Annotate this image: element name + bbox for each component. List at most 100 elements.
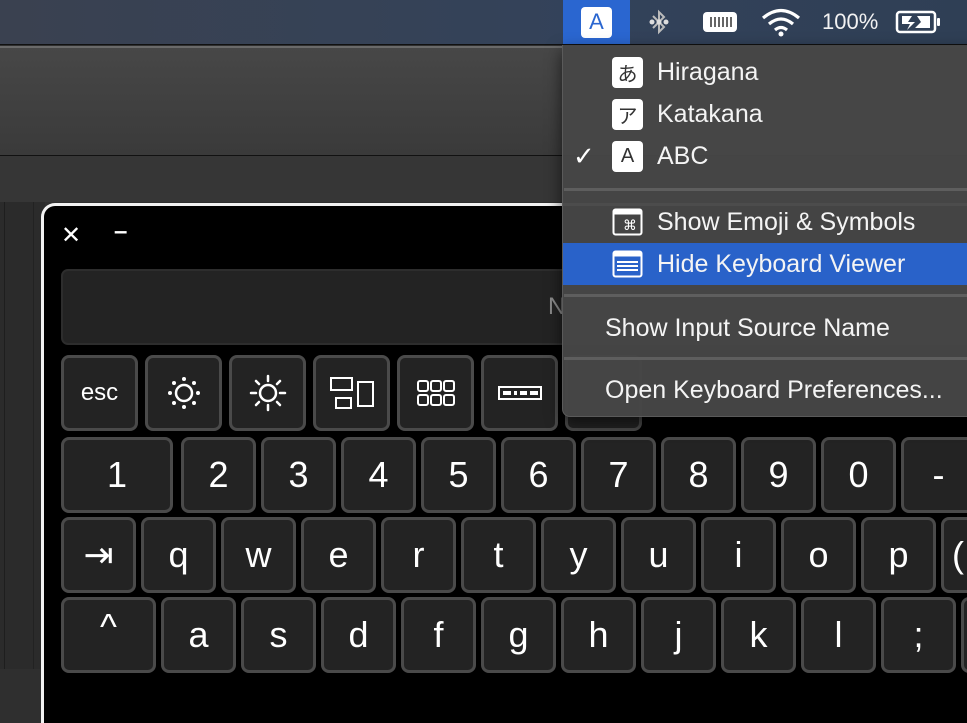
svg-text:⌘: ⌘	[623, 218, 637, 234]
key-label: u	[648, 534, 669, 575]
battery-percentage: 100%	[822, 9, 879, 34]
key-label: -	[932, 454, 945, 495]
input-source-menu-button[interactable]: A	[563, 0, 630, 44]
key-0[interactable]: 0	[821, 437, 896, 513]
key-label: w	[245, 534, 272, 575]
key-control[interactable]: ^	[61, 597, 156, 673]
key-bracket[interactable]: (	[941, 517, 967, 593]
minimize-icon[interactable]: –	[114, 220, 127, 244]
key-label: h	[588, 614, 609, 655]
menu-item-label: Show Input Source Name	[605, 313, 890, 342]
key-label: 0	[848, 454, 869, 495]
wifi-icon[interactable]	[758, 0, 804, 44]
key-label: y	[569, 534, 588, 575]
key-8[interactable]: 8	[661, 437, 736, 513]
key-h[interactable]: h	[561, 597, 636, 673]
menu-item-abc[interactable]: ✓ A ABC	[563, 135, 967, 177]
key-u[interactable]: u	[621, 517, 696, 593]
key-label: q	[168, 534, 189, 575]
mission-control-icon	[329, 377, 374, 409]
key-label: (	[952, 534, 964, 575]
menu-separator	[564, 357, 967, 360]
key-label: 9	[768, 454, 789, 495]
key-s[interactable]: s	[241, 597, 316, 673]
key-launchpad[interactable]	[397, 355, 474, 431]
menu-item-show-input-source-name[interactable]: Show Input Source Name	[563, 307, 967, 349]
key-q[interactable]: q	[141, 517, 216, 593]
key-7[interactable]: 7	[581, 437, 656, 513]
key-5[interactable]: 5	[421, 437, 496, 513]
key-9[interactable]: 9	[741, 437, 816, 513]
menu-item-label: Show Emoji & Symbols	[657, 207, 916, 236]
key-3[interactable]: 3	[261, 437, 336, 513]
menu-item-show-emoji-symbols[interactable]: ⌘ Show Emoji & Symbols	[563, 201, 967, 243]
key-label: t	[493, 534, 504, 575]
key-e[interactable]: e	[301, 517, 376, 593]
key-label: 7	[608, 454, 629, 495]
key-2[interactable]: 2	[181, 437, 256, 513]
keyboard-status-icon[interactable]	[700, 0, 740, 44]
menu-item-label: Katakana	[657, 99, 763, 128]
key-1[interactable]: 1	[61, 437, 173, 513]
key-mission-control[interactable]	[313, 355, 390, 431]
key-label: g	[508, 614, 529, 655]
input-source-menu: あ Hiragana ア Katakana ✓ A ABC ⌘ Show Emo…	[562, 45, 967, 417]
key-brightness-up[interactable]	[229, 355, 306, 431]
key-label: d	[348, 614, 369, 655]
menu-separator	[564, 294, 967, 297]
emoji-symbols-icon: ⌘	[612, 207, 643, 238]
menu-item-katakana[interactable]: ア Katakana	[563, 93, 967, 135]
key-keyboard-backlight[interactable]	[481, 355, 558, 431]
key-label: k	[749, 614, 768, 655]
keyboard-viewer-icon	[612, 249, 643, 280]
key-4[interactable]: 4	[341, 437, 416, 513]
key-label: 6	[528, 454, 549, 495]
key-r[interactable]: r	[381, 517, 456, 593]
key-j[interactable]: j	[641, 597, 716, 673]
key-p[interactable]: p	[861, 517, 936, 593]
key-label: 8	[688, 454, 709, 495]
katakana-icon: ア	[612, 98, 643, 130]
key-label: 1	[106, 454, 128, 495]
key-esc[interactable]: esc	[61, 355, 138, 431]
battery-charging-icon[interactable]	[893, 0, 943, 44]
key-f[interactable]: f	[401, 597, 476, 673]
key-label: i	[734, 534, 743, 575]
menu-item-label: Hiragana	[657, 57, 759, 86]
key-w[interactable]: w	[221, 517, 296, 593]
key-quote[interactable]	[961, 597, 967, 673]
checkmark-icon: ✓	[573, 140, 595, 171]
close-icon[interactable]: ✕	[61, 224, 81, 248]
key-i[interactable]: i	[701, 517, 776, 593]
menu-item-open-keyboard-preferences[interactable]: Open Keyboard Preferences...	[563, 369, 967, 411]
key-a[interactable]: a	[161, 597, 236, 673]
background-window-edge	[0, 202, 45, 669]
brightness-up-icon	[249, 374, 286, 412]
key-label: r	[412, 534, 425, 575]
key-t[interactable]: t	[461, 517, 536, 593]
hiragana-icon: あ	[612, 56, 643, 88]
key-label: 3	[288, 454, 309, 495]
abc-icon: A	[612, 140, 643, 172]
key-6[interactable]: 6	[501, 437, 576, 513]
key-brightness-down[interactable]	[145, 355, 222, 431]
key-tab[interactable]: ⇥	[61, 517, 136, 593]
keyboard-backlight-icon	[497, 386, 542, 400]
key-label: 4	[368, 454, 389, 495]
key-y[interactable]: y	[541, 517, 616, 593]
key-d[interactable]: d	[321, 597, 396, 673]
key-label: esc	[80, 379, 119, 406]
key-g[interactable]: g	[481, 597, 556, 673]
menu-bar: A 100%	[0, 0, 967, 45]
key-minus[interactable]: -	[901, 437, 967, 513]
key-o[interactable]: o	[781, 517, 856, 593]
menu-item-hide-keyboard-viewer[interactable]: Hide Keyboard Viewer	[563, 243, 967, 285]
key-semicolon[interactable]: ;	[881, 597, 956, 673]
menu-item-label: Hide Keyboard Viewer	[657, 249, 906, 278]
key-l[interactable]: l	[801, 597, 876, 673]
menu-item-hiragana[interactable]: あ Hiragana	[563, 51, 967, 93]
key-k[interactable]: k	[721, 597, 796, 673]
bluetooth-icon[interactable]	[645, 0, 673, 44]
launchpad-icon	[416, 380, 455, 406]
input-source-icon: A	[581, 6, 612, 38]
